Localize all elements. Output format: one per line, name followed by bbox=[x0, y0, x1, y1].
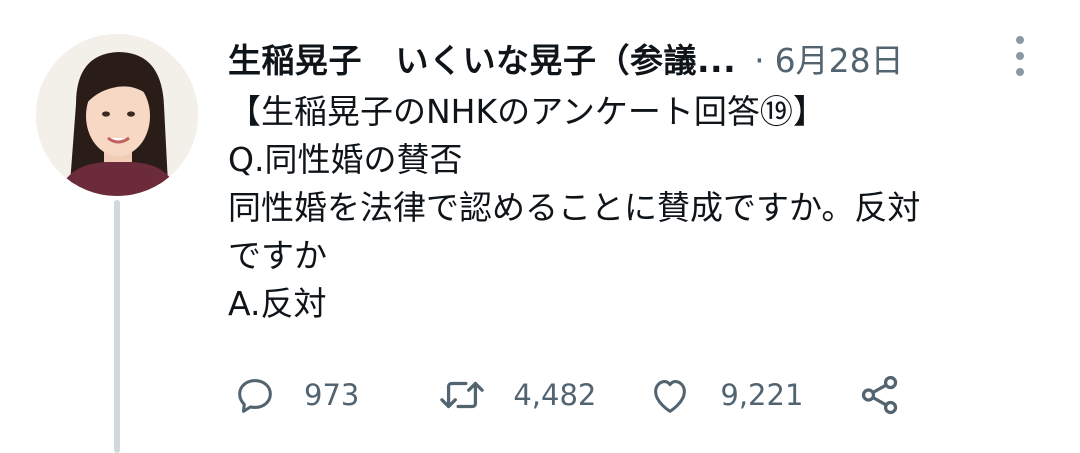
tweet-line: ですか bbox=[228, 236, 327, 275]
tweet-line: A.反対 bbox=[228, 284, 327, 323]
tweet-date[interactable]: 6月28日 bbox=[775, 36, 904, 86]
heart-icon[interactable] bbox=[646, 372, 694, 418]
tweet-text: 【生稲晃子のNHKのアンケート回答⑲】 Q.同性婚の賛否 同性婚を法律で認めるこ… bbox=[228, 88, 1048, 328]
avatar[interactable] bbox=[36, 34, 198, 196]
thread-line bbox=[114, 200, 120, 453]
reply-icon[interactable] bbox=[232, 372, 278, 418]
header-separator: · bbox=[754, 41, 765, 80]
reply-button[interactable]: 973 bbox=[232, 372, 359, 418]
reply-count: 973 bbox=[304, 378, 360, 412]
author-name[interactable]: 生稲晃子 いくいな晃子（参議... bbox=[228, 36, 736, 86]
like-count: 9,221 bbox=[720, 378, 804, 412]
tweet-line: Q.同性婚の賛否 bbox=[228, 140, 463, 179]
tweet-line: 【生稲晃子のNHKのアンケート回答⑲】 bbox=[228, 92, 826, 131]
retweet-count: 4,482 bbox=[513, 378, 597, 412]
retweet-button[interactable]: 4,482 bbox=[437, 372, 596, 418]
tweet-header: 生稲晃子 いくいな晃子（参議... · 6月28日 bbox=[228, 36, 904, 86]
tweet-line: 同性婚を法律で認めることに賛成ですか。反対 bbox=[228, 188, 921, 227]
tweet-actions: 973 4,482 9,221 bbox=[232, 372, 903, 418]
more-options-icon[interactable] bbox=[1012, 36, 1028, 76]
share-icon[interactable] bbox=[857, 372, 903, 418]
like-button[interactable]: 9,221 bbox=[646, 372, 803, 418]
share-button[interactable] bbox=[857, 372, 903, 418]
retweet-icon[interactable] bbox=[437, 372, 487, 418]
